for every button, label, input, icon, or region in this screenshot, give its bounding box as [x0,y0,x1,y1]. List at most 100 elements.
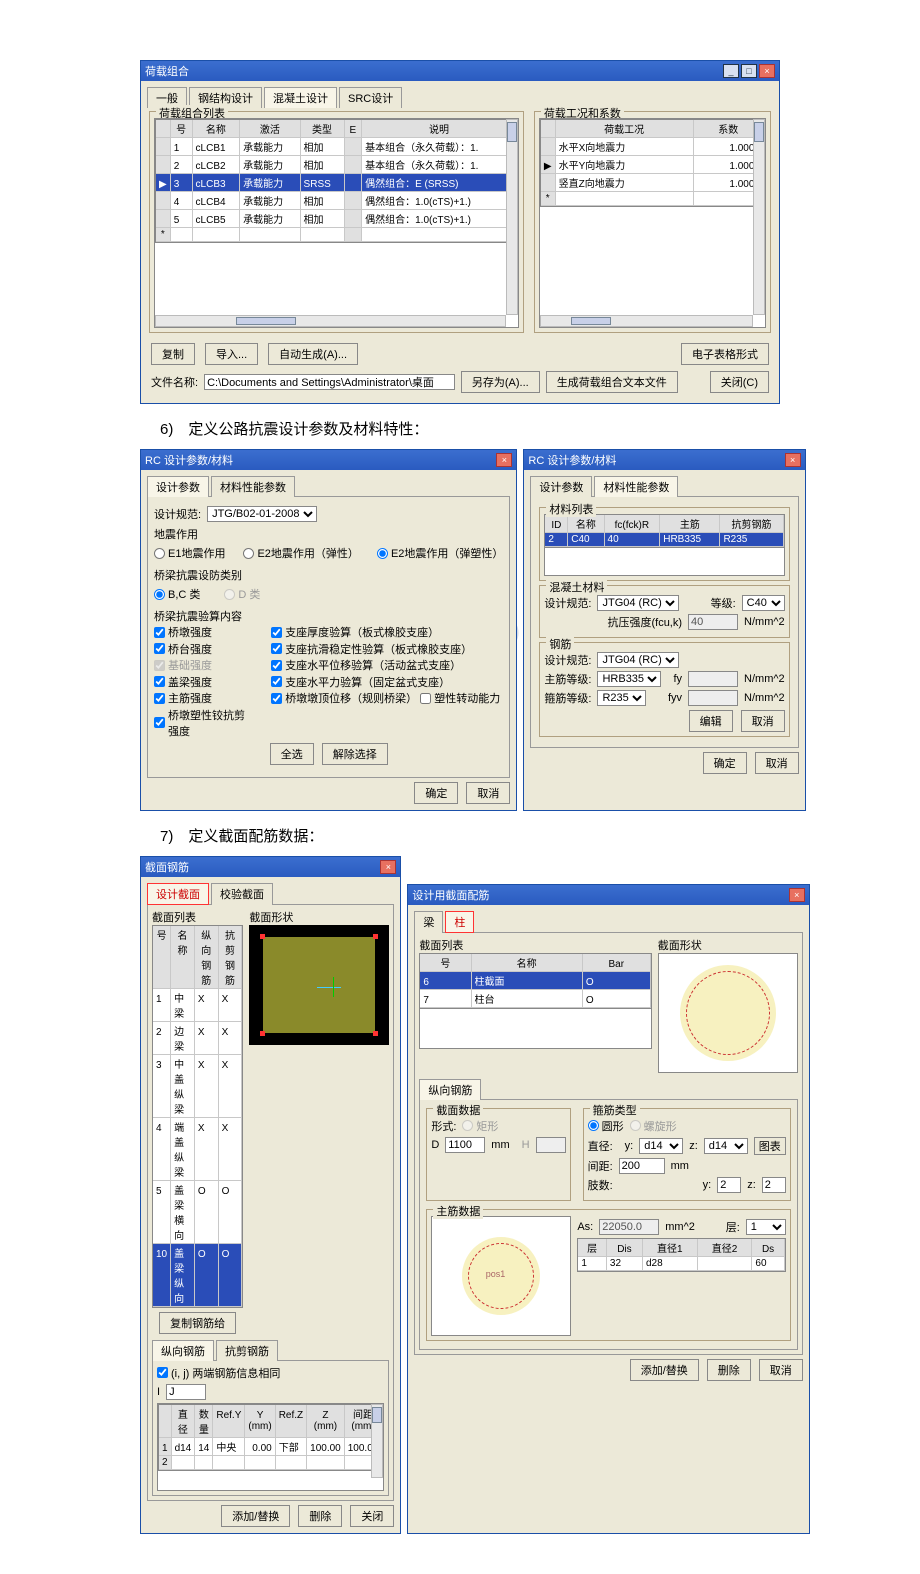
tab-design-section[interactable]: 设计截面 [147,883,209,905]
genfile-button[interactable]: 生成荷载组合文本文件 [546,371,678,393]
vertical-scrollbar[interactable] [506,119,518,315]
tab-column[interactable]: 柱 [445,911,474,933]
comb-row-new[interactable]: * [156,228,517,242]
conc-grade-select[interactable]: C40 [742,595,785,611]
tab-material-param[interactable]: 材料性能参数 [594,476,678,497]
opt-e2-elastoplastic[interactable]: E2地震作用（弹塑性） [377,545,503,561]
close-button[interactable]: 关闭(C) [710,371,769,393]
conc-code-select[interactable]: JTG04 (RC) [597,595,679,611]
section-row[interactable]: 3中盖纵梁XX [153,1055,242,1118]
close-icon[interactable]: × [759,64,775,78]
close-icon[interactable]: × [380,860,396,874]
comb-row[interactable]: 2cLCB2承载能力相加基本组合（永久荷载）：1. [156,156,517,174]
factor-grid[interactable]: 荷载工况 系数 水平X向地震力1.0000 ▶水平Y向地震力1.0000 竖直Z… [540,119,765,207]
tab-shear[interactable]: 抗剪钢筋 [216,1340,278,1361]
chk-bear-thick[interactable]: 支座厚度验算（板式橡胶支座） [271,624,439,640]
import-button[interactable]: 导入... [205,343,258,365]
material-list[interactable]: ID 名称 fc(fck)R 主筋 抗剪钢筋 2 C40 40 HRB335 R… [544,514,784,548]
section-list[interactable]: 号名称纵向钢筋抗剪钢筋 1中梁XX 2边梁XX 3中盖纵梁XX 4端盖纵梁XX … [152,925,243,1308]
comb-row[interactable]: 4cLCB4承载能力相加偶然组合：1.0(cTS)+1.) [156,192,517,210]
factor-row[interactable]: 水平X向地震力1.0000 [541,138,764,156]
chk-bear-hdisp[interactable]: 支座水平位移验算（活动盆式支座） [271,657,461,673]
chk-pier-strength[interactable]: 桥墩强度 [154,624,212,640]
cancel-inner-button[interactable]: 取消 [741,710,785,732]
tab-beam[interactable]: 梁 [414,911,443,933]
dist-input[interactable] [619,1158,665,1174]
tab-check-section[interactable]: 校验截面 [211,883,273,905]
z-count-input[interactable] [762,1177,786,1193]
tab-src[interactable]: SRC设计 [339,87,402,108]
factor-row-new[interactable]: * [541,192,764,206]
comb-row[interactable]: 1cLCB1承载能力相加基本组合（永久荷载）：1. [156,138,517,156]
material-row[interactable]: 2 C40 40 HRB335 R235 [545,533,783,547]
mainbar-grid[interactable]: 层 Dis 直径1 直径2 Ds 1 32 [577,1238,785,1272]
d-input[interactable] [445,1137,485,1153]
section-row[interactable]: 4端盖纵梁XX [153,1118,242,1181]
layer-select[interactable]: 1 [746,1219,786,1235]
chk-bear-slide[interactable]: 支座抗滑稳定性验算（板式橡胶支座） [271,641,472,657]
z-dia-select[interactable]: d14 [704,1138,748,1154]
y-count-input[interactable] [717,1177,741,1193]
spreadsheet-button[interactable]: 电子表格形式 [681,343,769,365]
shape-circ[interactable]: 圆形 [588,1118,624,1134]
chk-bear-hforce[interactable]: 支座水平力验算（固定盆式支座） [271,674,450,690]
y-dia-select[interactable]: d14 [639,1138,683,1154]
chk-mainbar[interactable]: 主筋强度 [154,690,212,706]
rebar-row-blank[interactable]: 2 [159,1456,382,1470]
edit-button[interactable]: 编辑 [689,710,733,732]
factor-row[interactable]: ▶水平Y向地震力1.0000 [541,156,764,174]
maximize-icon[interactable]: □ [741,64,757,78]
autogen-button[interactable]: 自动生成(A)... [268,343,358,365]
cancel-button[interactable]: 取消 [755,752,799,774]
opt-e2-elastic[interactable]: E2地震作用（弹性） [243,545,358,561]
section-row[interactable]: 1中梁XX [153,989,242,1022]
factor-row[interactable]: 竖直Z向地震力1.0000 [541,174,764,192]
section-row[interactable]: 10盖梁纵向OO [153,1244,242,1307]
mainbar-row[interactable]: 1 32 d28 60 [578,1257,784,1271]
tab-material-param[interactable]: 材料性能参数 [211,476,295,497]
copy-rebar-button[interactable]: 复制钢筋给 [159,1312,236,1334]
chk-plastic-shear[interactable]: 桥墩塑性铰抗剪强度 [154,707,253,739]
horizontal-scrollbar[interactable] [155,315,506,327]
tab-longitudinal[interactable]: 纵向钢筋 [152,1340,214,1361]
section-row[interactable]: 2边梁XX [153,1022,242,1055]
tab-design-param[interactable]: 设计参数 [147,476,209,497]
section-row[interactable]: 5盖梁横向OO [153,1181,242,1244]
close-icon[interactable]: × [496,453,512,467]
close-button[interactable]: 关闭 [350,1505,394,1527]
comb-grid[interactable]: 号 名称 激活 类型 E 说明 1cLCB1承载能力相加基本组合（永久荷载）：1… [155,119,518,243]
vertical-scrollbar[interactable] [371,1404,383,1478]
rebar-grid[interactable]: 直径 数量 Ref.Y Y (mm) Ref.Z Z (mm) 间距 (mm) … [158,1404,383,1471]
close-icon[interactable]: × [785,453,801,467]
saveas-button[interactable]: 另存为(A)... [461,371,540,393]
comb-row[interactable]: 5cLCB5承载能力相加偶然组合：1.0(cTS)+1.) [156,210,517,228]
minimize-icon[interactable]: _ [723,64,739,78]
deselect-button[interactable]: 解除选择 [322,743,388,765]
opt-e1[interactable]: E1地震作用 [154,545,225,561]
col-section-row[interactable]: 7柱台O [420,990,650,1008]
mainbar-select[interactable]: HRB335 [597,671,661,687]
opt-fort-bc[interactable]: B,C 类 [154,586,200,602]
comb-row[interactable]: ▶3cLCB3承载能力SRSS偶然组合：E (SRSS) [156,174,517,192]
cancel-button[interactable]: 取消 [759,1359,803,1381]
col-section-list[interactable]: 号名称Bar 6柱截面O 7柱台O [419,953,651,1009]
vertical-scrollbar[interactable] [753,119,765,315]
add-replace-button[interactable]: 添加/替换 [221,1505,290,1527]
chk-pier-top-disp[interactable]: 桥墩墩顶位移（规则桥梁） [271,690,417,706]
rebar-row[interactable]: 1 d14 14 中央 0.00 下部 100.00 100.00 [159,1438,382,1456]
ok-button[interactable]: 确定 [703,752,747,774]
j-input[interactable] [166,1384,206,1400]
filename-input[interactable] [204,374,455,390]
col-section-row[interactable]: 6柱截面O [420,972,650,990]
ok-button[interactable]: 确定 [414,782,458,804]
rebar-code-select[interactable]: JTG04 (RC) [597,652,679,668]
copy-button[interactable]: 复制 [151,343,195,365]
tab-design-param[interactable]: 设计参数 [530,476,592,497]
close-icon[interactable]: × [789,888,805,902]
delete-button[interactable]: 删除 [298,1505,342,1527]
chk-capbeam[interactable]: 盖梁强度 [154,674,212,690]
delete-button[interactable]: 删除 [707,1359,751,1381]
add-replace-button[interactable]: 添加/替换 [630,1359,699,1381]
select-all-button[interactable]: 全选 [270,743,314,765]
chk-abutment-strength[interactable]: 桥台强度 [154,641,212,657]
